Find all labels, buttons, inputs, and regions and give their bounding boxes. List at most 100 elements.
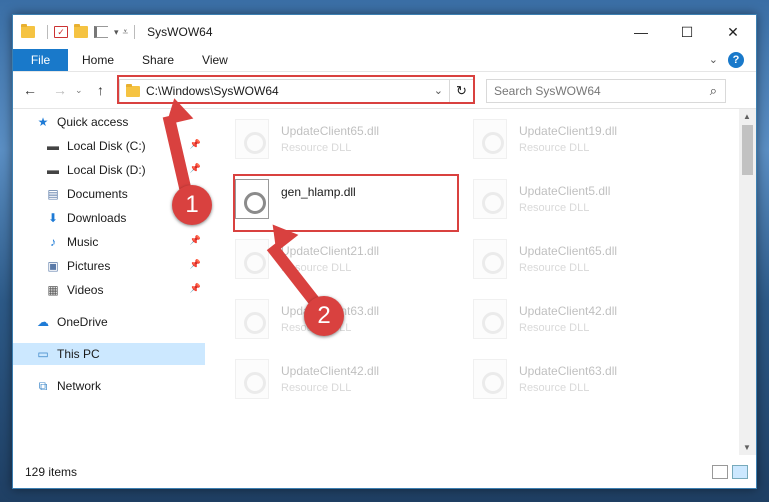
downloads-icon: ⬇ <box>47 211 59 225</box>
file-name: UpdateClient65.dll <box>281 124 380 138</box>
file-item[interactable]: UpdateClient63.dllResource DLL <box>473 354 703 404</box>
sidebar-item-label: Music <box>67 235 99 249</box>
folder-icon[interactable] <box>21 24 35 38</box>
recent-locations-chevron-icon[interactable]: ⌄ <box>75 85 83 96</box>
ribbon-tabs: File Home Share View ⌄ ? <box>13 49 756 71</box>
sidebar-item-label: Network <box>57 379 102 393</box>
close-button[interactable]: ✕ <box>710 15 756 49</box>
sidebar-item-network[interactable]: ⧉ Network <box>13 375 205 397</box>
drive-icon: ▬ <box>47 163 59 177</box>
tab-view[interactable]: View <box>188 53 242 67</box>
dll-file-icon <box>473 359 507 399</box>
maximize-button[interactable]: ☐ <box>664 15 710 49</box>
scrollbar-thumb[interactable] <box>742 125 753 175</box>
file-description: Resource DLL <box>281 382 352 394</box>
dll-file-icon <box>473 179 507 219</box>
title-bar: ✓ ▾ ⩡ SysWOW64 — ☐ ✕ <box>13 15 756 49</box>
file-item[interactable]: UpdateClient42.dll Resource DLL <box>235 354 465 404</box>
file-name: UpdateClient42.dll <box>281 364 380 378</box>
annotation-badge-2: 2 <box>304 296 344 336</box>
large-icons-view-icon[interactable] <box>732 465 748 479</box>
tab-share[interactable]: Share <box>128 53 188 67</box>
sidebar-item-label: OneDrive <box>57 315 108 329</box>
help-icon[interactable]: ? <box>728 52 744 68</box>
pictures-icon: ▣ <box>47 259 59 273</box>
pin-icon[interactable]: 📌 <box>190 139 201 150</box>
dll-file-icon <box>235 299 269 339</box>
documents-icon: ▤ <box>47 187 59 201</box>
quick-access-toolbar: ✓ ▾ ⩡ <box>21 24 141 39</box>
status-bar: 129 items <box>13 455 756 488</box>
file-name: UpdateClient5.dll <box>519 184 611 198</box>
network-icon: ⧉ <box>38 378 48 393</box>
sidebar-item-videos[interactable]: ▦ Videos 📌 <box>13 279 205 301</box>
this-pc-icon: ▭ <box>37 347 49 361</box>
new-folder-icon[interactable] <box>74 24 88 38</box>
file-item[interactable]: UpdateClient19.dll Resource DLL <box>473 114 703 164</box>
file-item[interactable]: UpdateClient65.dll Resource DLL <box>473 234 703 284</box>
sidebar-item-onedrive[interactable]: ☁ OneDrive <box>13 311 205 333</box>
divider <box>134 25 136 39</box>
divider <box>47 25 48 39</box>
scroll-down-icon[interactable]: ▼ <box>743 443 751 452</box>
sidebar-item-label: Local Disk (D:) <box>67 163 146 177</box>
sidebar-item-label: This PC <box>57 347 100 361</box>
sidebar-item-label: Documents <box>67 187 128 201</box>
tab-home[interactable]: Home <box>68 53 128 67</box>
details-view-icon[interactable] <box>712 465 728 479</box>
dll-file-icon <box>473 119 507 159</box>
file-description: Resource DLL <box>519 142 590 154</box>
file-description: Resource DLL <box>519 322 590 334</box>
forward-arrow-icon[interactable]: → <box>53 82 67 98</box>
file-name: UpdateClient65.dll <box>519 244 618 258</box>
tab-file[interactable]: File <box>13 49 68 71</box>
dll-file-icon <box>235 359 269 399</box>
vertical-scrollbar[interactable]: ▲ ▼ <box>739 109 756 455</box>
customize-toolbar-chevron-icon[interactable]: ▾ <box>114 27 119 38</box>
properties-icon[interactable]: ✓ <box>54 26 68 38</box>
pin-icon[interactable]: 📌 <box>190 283 201 294</box>
window-title: SysWOW64 <box>147 25 213 39</box>
search-icon[interactable]: ⌕ <box>710 83 717 99</box>
item-count: 129 items <box>25 464 78 479</box>
scroll-up-icon[interactable]: ▲ <box>743 112 751 121</box>
up-arrow-icon[interactable]: ↑ <box>97 82 104 98</box>
sidebar-item-label: Local Disk (C:) <box>67 139 146 153</box>
minimize-button[interactable]: — <box>618 15 664 49</box>
pin-icon[interactable]: 📌 <box>190 163 201 174</box>
sidebar-item-label: Videos <box>67 283 104 297</box>
pin-icon[interactable]: 📌 <box>190 235 201 246</box>
file-description: Resource DLL <box>519 202 590 214</box>
search-placeholder: Search SysWOW64 <box>494 84 601 98</box>
dll-file-icon <box>473 299 507 339</box>
annotation-badge-1: 1 <box>172 185 212 225</box>
expand-ribbon-chevron-icon[interactable]: ⌄ <box>709 53 718 66</box>
dll-file-icon <box>473 239 507 279</box>
videos-icon: ▦ <box>47 283 59 297</box>
file-item[interactable]: UpdateClient65.dll Resource DLL <box>235 114 465 164</box>
dropdown-icon[interactable]: ⩡ <box>123 27 129 38</box>
dll-file-icon <box>235 119 269 159</box>
file-item[interactable]: UpdateClient5.dll Resource DLL <box>473 174 703 224</box>
file-name: UpdateClient19.dll <box>519 124 618 138</box>
drive-icon: ▬ <box>47 139 59 153</box>
back-arrow-icon[interactable]: ← <box>23 82 37 98</box>
file-item[interactable]: UpdateClient42.dll Resource DLL <box>473 294 703 344</box>
onedrive-icon: ☁ <box>37 315 49 329</box>
sidebar-item-pictures[interactable]: ▣ Pictures 📌 <box>13 255 205 277</box>
pin-icon[interactable]: 📌 <box>190 259 201 270</box>
file-list: UpdateClient65.dll Resource DLL UpdateClie… <box>205 109 723 455</box>
file-description: Resource DLL <box>519 262 590 274</box>
view-options-icon[interactable] <box>94 26 108 38</box>
file-description: Resource DLL <box>519 382 590 394</box>
sidebar-item-music[interactable]: ♪ Music 📌 <box>13 231 205 253</box>
sidebar-item-label: Quick access <box>57 115 129 129</box>
file-item[interactable]: UpdateClient63.dllResource DLL <box>235 294 465 344</box>
search-input[interactable]: Search SysWOW64 ⌕ <box>486 79 726 103</box>
file-name: UpdateClient42.dll <box>519 304 618 318</box>
file-name: UpdateClient21.dll <box>281 244 380 258</box>
sidebar-item-label: Pictures <box>67 259 111 273</box>
sidebar-item-this-pc[interactable]: ▭ This PC <box>13 343 205 365</box>
music-icon: ♪ <box>50 235 56 249</box>
file-highlight <box>233 174 459 232</box>
